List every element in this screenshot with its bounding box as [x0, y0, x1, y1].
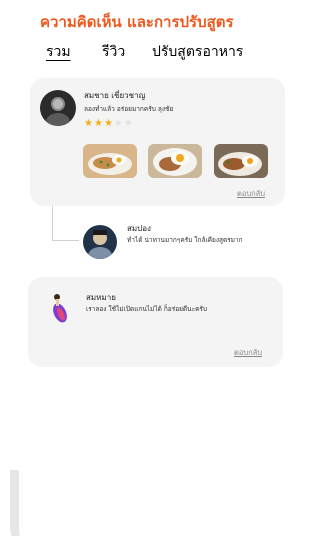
tab-recipe-adjustments[interactable]: ปรับสูตรอาหาร [152, 41, 243, 63]
star-icon: ★ [123, 118, 134, 129]
review-card: สมชาย เชี่ยวชาญ ลองทำแล้ว อร่อยมากครับ ล… [30, 78, 285, 206]
food-photo-2[interactable] [148, 144, 202, 178]
star-icon: ★ [113, 118, 124, 129]
avatar[interactable] [40, 90, 76, 126]
comments-page: ความคิดเห็น และการปรับสูตร รวม รีวิว ปรั… [0, 0, 305, 536]
reply-button[interactable]: ตอบกลับ [234, 347, 262, 359]
avatar[interactable] [83, 225, 117, 259]
review-comment: ลองทำแล้ว อร่อยมากครับ ลุงชัย [84, 105, 174, 113]
food-photo-3[interactable] [214, 144, 268, 178]
tab-all[interactable]: รวม [46, 41, 71, 63]
reply-comment: ทำได้ น่าทานมากๆครับ ใกล้เคียงสูตรมาก [127, 236, 243, 244]
reply-button[interactable]: ตอบกลับ [237, 188, 265, 200]
star-icon: ★ [103, 118, 114, 129]
star-icon: ★ [93, 118, 104, 129]
review-comment: เราลอง ใช้ไม่เปิดแกนไม่ได้ ก็อร่อยดีนะคร… [86, 305, 208, 313]
rating-stars: ★★★★★ [84, 118, 134, 129]
avatar[interactable] [46, 291, 74, 325]
star-icon: ★ [84, 118, 94, 129]
thread-connector [52, 206, 79, 241]
reply-author-name[interactable]: สมปอง [127, 222, 151, 235]
review-card: สมหมาย เราลอง ใช้ไม่เปิดแกนไม่ได้ ก็อร่อ… [28, 277, 283, 367]
bottom-frame [10, 470, 305, 536]
food-photo-1[interactable] [83, 144, 137, 178]
tab-reviews[interactable]: รีวิว [102, 41, 125, 63]
reviewer-name[interactable]: สมชาย เชี่ยวชาญ [84, 89, 145, 102]
page-title: ความคิดเห็น และการปรับสูตร [40, 13, 234, 31]
reviewer-name[interactable]: สมหมาย [86, 291, 116, 304]
